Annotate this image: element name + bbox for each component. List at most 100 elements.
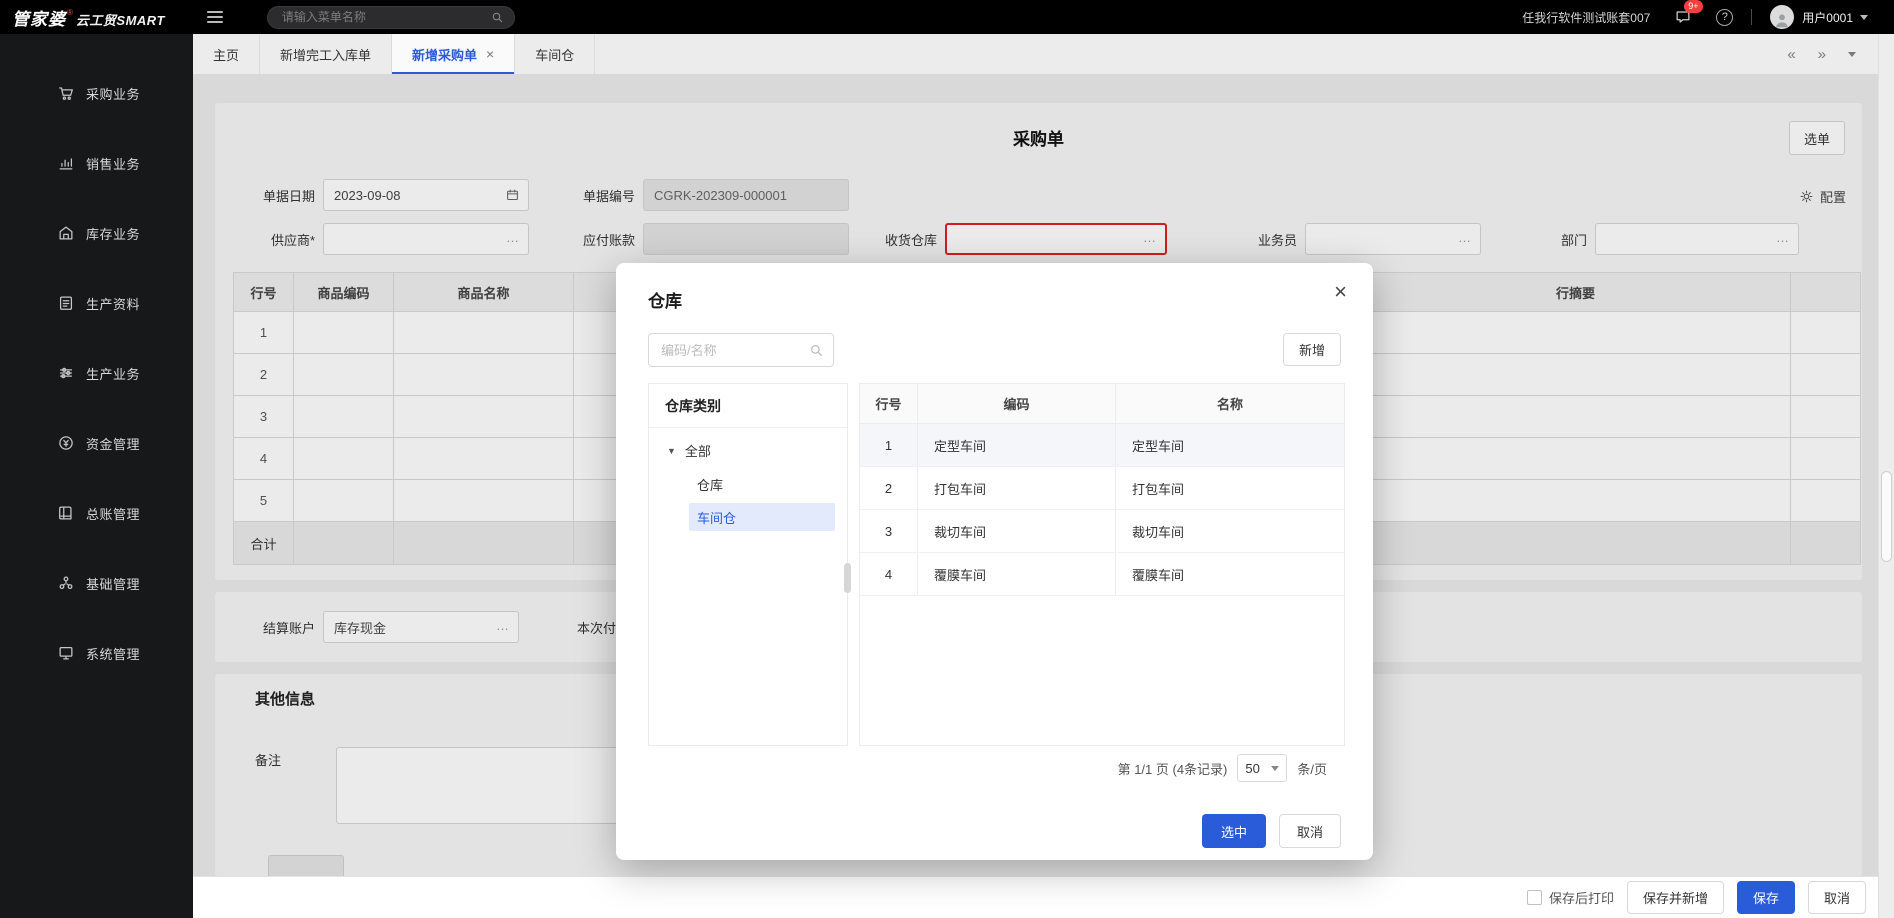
app-window: 管家婆 ® 云工贸SMART 任我行软件测试账套007 9+ ? 用户0001 …	[0, 0, 1894, 918]
warehouse-row[interactable]: 3裁切车间裁切车间	[860, 510, 1344, 553]
tab-nav: « »	[1787, 34, 1878, 74]
sidebar-item-系统管理[interactable]: 系统管理	[0, 618, 193, 688]
warehouse-table-header: 行号编码名称	[860, 384, 1344, 424]
menu-search[interactable]	[267, 6, 515, 29]
sidebar-item-label: 生产业务	[86, 364, 140, 383]
sidebar-item-库存业务[interactable]: 库存业务	[0, 198, 193, 268]
tab-label: 主页	[213, 45, 239, 64]
search-icon	[809, 343, 824, 358]
sales-icon	[57, 154, 75, 172]
save-and-new-button[interactable]: 保存并新增	[1627, 881, 1724, 914]
modal-cancel-button[interactable]: 取消	[1279, 814, 1341, 848]
sidebar-item-label: 系统管理	[86, 644, 140, 663]
tabs-scroll-left-icon[interactable]: «	[1787, 46, 1795, 63]
inventory-icon	[57, 224, 75, 242]
warehouse-row-no: 1	[860, 424, 918, 466]
notification-badge: 9+	[1684, 0, 1702, 13]
production-icon	[57, 364, 75, 382]
modal-title: 仓库	[648, 287, 682, 312]
print-after-save-checkbox[interactable]: 保存后打印	[1527, 888, 1614, 907]
scrollbar-thumb[interactable]	[1881, 471, 1892, 562]
warehouse-row-no: 3	[860, 510, 918, 552]
save-button[interactable]: 保存	[1737, 881, 1795, 914]
panel-collapse-handle[interactable]	[844, 563, 851, 593]
tab-label: 新增完工入库单	[280, 45, 371, 64]
warehouse-row-no: 4	[860, 553, 918, 595]
warehouse-table-header-cell: 编码	[918, 384, 1116, 423]
warehouse-row[interactable]: 4覆膜车间覆膜车间	[860, 553, 1344, 596]
sidebar-item-基础管理[interactable]: 基础管理	[0, 548, 193, 618]
funds-icon	[57, 434, 75, 452]
tab-主页[interactable]: 主页	[193, 34, 260, 74]
sidebar-item-总账管理[interactable]: 总账管理	[0, 478, 193, 548]
tab-新增完工入库单[interactable]: 新增完工入库单	[260, 34, 392, 74]
sidebar-item-label: 库存业务	[86, 224, 140, 243]
logo-text-primary: 管家婆	[12, 5, 66, 30]
notifications-button[interactable]: 9+	[1674, 8, 1694, 26]
close-icon[interactable]: ×	[1334, 281, 1347, 303]
topbar: 管家婆 ® 云工贸SMART 任我行软件测试账套007 9+ ? 用户0001	[0, 0, 1894, 34]
tabs-menu-icon[interactable]	[1848, 52, 1856, 61]
app-logo: 管家婆 ® 云工贸SMART	[0, 5, 165, 30]
search-icon	[491, 11, 504, 24]
action-bar: 保存后打印 保存并新增 保存 取消	[193, 876, 1878, 918]
warehouse-row[interactable]: 1定型车间定型车间	[860, 424, 1344, 467]
tab-车间仓[interactable]: 车间仓	[515, 34, 595, 74]
warehouse-table-body: 1定型车间定型车间2打包车间打包车间3裁切车间裁切车间4覆膜车间覆膜车间	[860, 424, 1344, 596]
tree-node-仓库[interactable]: 仓库	[689, 470, 835, 498]
help-icon[interactable]: ?	[1716, 9, 1733, 26]
cancel-button[interactable]: 取消	[1808, 881, 1866, 914]
sidebar-item-label: 资金管理	[86, 434, 140, 453]
logo-text-secondary: 云工贸SMART	[76, 10, 165, 29]
sidebar-menu: 采购业务销售业务库存业务生产资料生产业务资金管理总账管理基础管理系统管理	[0, 34, 193, 688]
sidebar-item-生产业务[interactable]: 生产业务	[0, 338, 193, 408]
caret-down-icon[interactable]: ▼	[667, 446, 676, 456]
sidebar-item-采购业务[interactable]: 采购业务	[0, 58, 193, 128]
username[interactable]: 用户0001	[1802, 9, 1853, 26]
tab-新增采购单[interactable]: 新增采购单 ×	[392, 34, 515, 74]
add-warehouse-button[interactable]: 新增	[1283, 333, 1341, 366]
confirm-button[interactable]: 选中	[1202, 814, 1266, 848]
menu-search-input[interactable]	[282, 10, 491, 24]
user-icon	[1773, 11, 1791, 29]
warehouse-search-input[interactable]	[649, 343, 809, 358]
sidebar-item-label: 生产资料	[86, 294, 140, 313]
sidebar-item-资金管理[interactable]: 资金管理	[0, 408, 193, 478]
warehouse-name: 裁切车间	[1116, 510, 1344, 552]
checkbox-icon[interactable]	[1527, 890, 1542, 905]
tree-node-label: 全部	[685, 441, 711, 460]
tree-node-车间仓[interactable]: 车间仓	[689, 503, 835, 531]
checkbox-label: 保存后打印	[1549, 888, 1614, 907]
tab-list: 主页 新增完工入库单 新增采购单 × 车间仓	[193, 34, 595, 74]
warehouse-search[interactable]	[648, 333, 834, 367]
warehouse-table: 行号编码名称 1定型车间定型车间2打包车间打包车间3裁切车间裁切车间4覆膜车间覆…	[859, 383, 1345, 746]
avatar[interactable]	[1770, 5, 1794, 29]
warehouse-row[interactable]: 2打包车间打包车间	[860, 467, 1344, 510]
sidebar-item-生产资料[interactable]: 生产资料	[0, 268, 193, 338]
sidebar-item-label: 基础管理	[86, 574, 140, 593]
tree-node-全部[interactable]: ▼ 全部	[649, 428, 847, 465]
tree-panel-title: 仓库类别	[649, 384, 847, 428]
tab-close-icon[interactable]: ×	[486, 47, 494, 61]
tab-bar: 主页 新增完工入库单 新增采购单 × 车间仓 « »	[193, 34, 1878, 75]
warehouse-code: 覆膜车间	[918, 553, 1116, 595]
menu-toggle-icon[interactable]	[207, 11, 223, 23]
procurement-icon	[57, 84, 75, 102]
warehouse-tree-panel: 仓库类别 ▼ 全部仓库车间仓	[648, 383, 848, 746]
warehouse-tree: ▼ 全部仓库车间仓	[649, 428, 847, 531]
page-size-select[interactable]: 50	[1237, 754, 1287, 782]
basic-icon	[57, 574, 75, 592]
warehouse-name: 打包车间	[1116, 467, 1344, 509]
sidebar-item-销售业务[interactable]: 销售业务	[0, 128, 193, 198]
warehouse-code: 定型车间	[918, 424, 1116, 466]
sidebar-item-label: 采购业务	[86, 84, 140, 103]
chevron-down-icon[interactable]	[1860, 15, 1868, 24]
tabs-scroll-right-icon[interactable]: »	[1818, 46, 1826, 63]
account-name[interactable]: 任我行软件测试账套007	[1522, 9, 1650, 26]
tab-label: 新增采购单	[412, 45, 477, 64]
pagination-unit: 条/页	[1297, 759, 1327, 778]
warehouse-modal: 仓库 × 新增 仓库类别 ▼全部仓库车间仓 行号编码名称 1定型车间定型车间2打…	[616, 263, 1373, 860]
ledger-icon	[57, 504, 75, 522]
warehouse-table-header-cell: 行号	[860, 384, 918, 423]
page-scrollbar[interactable]	[1878, 34, 1894, 918]
